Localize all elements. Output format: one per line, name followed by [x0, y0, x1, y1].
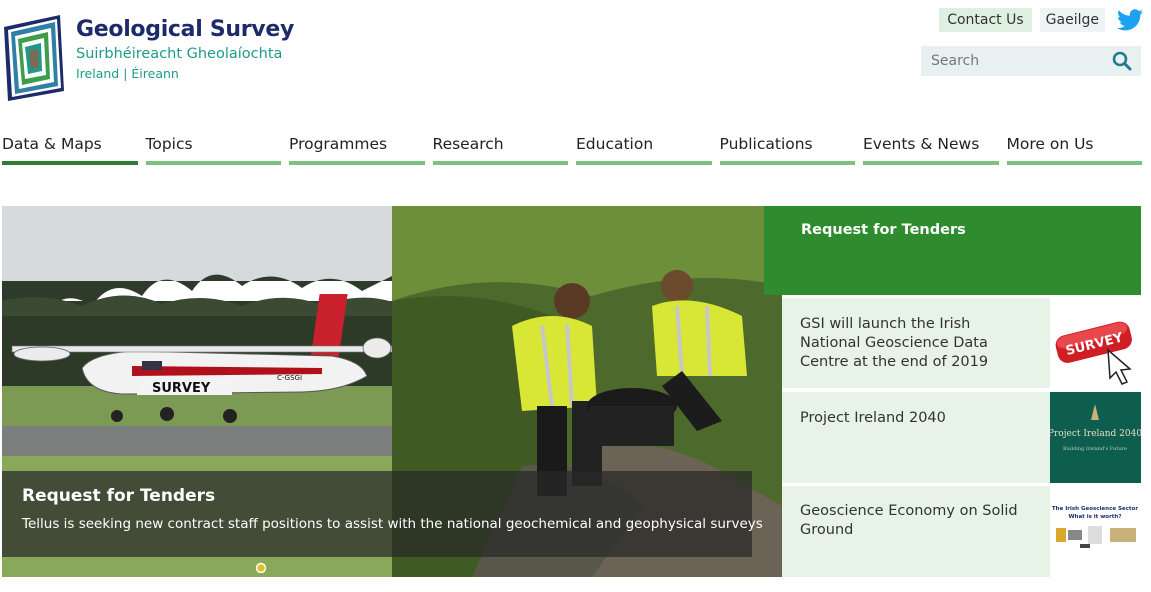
- hero-caption[interactable]: Request for Tenders Tellus is seeking ne…: [2, 471, 763, 557]
- side-news-item[interactable]: GSI will launch the Irish National Geosc…: [782, 298, 1141, 388]
- side-news-item[interactable]: Project Ireland 2040 Project Ireland 204…: [782, 392, 1141, 483]
- brand[interactable]: Geological Survey Suirbhéireacht Gheolaí…: [76, 16, 294, 82]
- thumb-project-ireland-sub: Building Ireland's Future: [1063, 446, 1127, 452]
- side-news-title[interactable]: Geoscience Economy on Solid Ground: [782, 486, 1050, 577]
- nav-item-research[interactable]: Research: [432, 133, 568, 165]
- language-gaeilge-button[interactable]: Gaeilge: [1039, 8, 1105, 32]
- survey-button-thumbnail: SURVEY: [1050, 298, 1141, 388]
- nav-item-topics[interactable]: Topics: [145, 133, 281, 165]
- project-ireland-thumbnail: Project Ireland 2040 Building Ireland's …: [1050, 392, 1141, 483]
- search-input[interactable]: [921, 46, 1101, 76]
- brand-country: Ireland | Éireann: [76, 66, 179, 81]
- plane-survey-label: SURVEY: [152, 381, 211, 396]
- hero-caption-title[interactable]: Request for Tenders: [22, 485, 732, 507]
- thumb-geoscience-label: The Irish Geoscience Sector: [1052, 506, 1138, 512]
- hero-carousel[interactable]: SURVEY C-GSGI Request for Tenders Tellus…: [2, 206, 782, 577]
- plane-registration: C-GSGI: [277, 374, 302, 382]
- side-news-title[interactable]: Project Ireland 2040: [782, 392, 1050, 483]
- search-icon[interactable]: [1112, 51, 1132, 71]
- nav-item-education[interactable]: Education: [576, 133, 712, 165]
- geoscience-sector-thumbnail: The Irish Geoscience Sector What is it w…: [1050, 486, 1141, 577]
- side-news-item[interactable]: Geoscience Economy on Solid Ground The I…: [782, 486, 1141, 577]
- main-nav: Data & Maps Topics Programmes Research E…: [2, 133, 1142, 165]
- gsi-logo-mark[interactable]: [2, 13, 66, 103]
- search-box: [921, 46, 1141, 76]
- nav-item-programmes[interactable]: Programmes: [289, 133, 425, 165]
- side-news-title[interactable]: GSI will launch the Irish National Geosc…: [782, 298, 1050, 388]
- brand-subtitle-irish: Suirbhéireacht Gheolaíochta: [76, 46, 283, 62]
- nav-item-more-on-us[interactable]: More on Us: [1006, 133, 1142, 165]
- thumb-project-ireland-label: Project Ireland 2040: [1050, 429, 1141, 439]
- contact-us-button[interactable]: Contact Us: [939, 8, 1032, 32]
- nav-item-publications[interactable]: Publications: [719, 133, 855, 165]
- brand-title: Geological Survey: [76, 17, 294, 42]
- side-featured-title[interactable]: Request for Tenders: [801, 222, 966, 238]
- side-featured-header[interactable]: Request for Tenders: [764, 206, 1141, 295]
- thumb-geoscience-sub: What is it worth?: [1068, 514, 1121, 520]
- carousel-indicator-icon[interactable]: [255, 561, 267, 573]
- twitter-icon[interactable]: [1117, 9, 1143, 31]
- nav-item-data-maps[interactable]: Data & Maps: [2, 133, 138, 165]
- top-links: Contact Us Gaeilge: [939, 8, 1143, 32]
- nav-item-events-news[interactable]: Events & News: [863, 133, 999, 165]
- hero-caption-text: Tellus is seeking new contract staff pos…: [22, 516, 763, 532]
